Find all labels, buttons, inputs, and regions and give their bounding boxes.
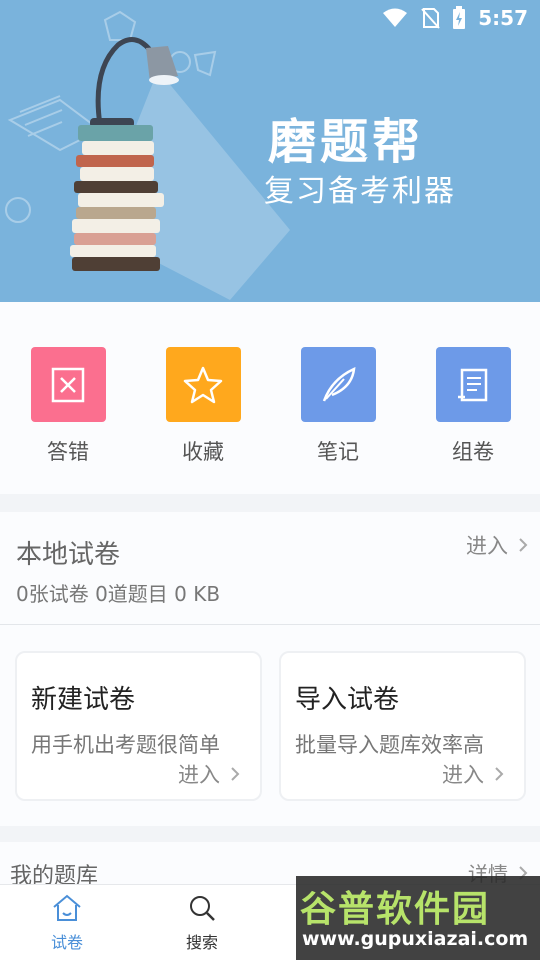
star-icon [165, 347, 241, 422]
card-title: 新建试卷 [31, 685, 136, 715]
quick-action-label: 答错 [47, 440, 89, 464]
quick-action-favorites[interactable]: 收藏 [163, 347, 243, 466]
tab-label: 搜索 [185, 933, 218, 952]
local-papers-enter-link[interactable]: 进入 [466, 530, 528, 560]
tab-search[interactable]: 搜索 [162, 893, 242, 953]
card-title: 导入试卷 [295, 685, 400, 715]
quick-action-label: 组卷 [452, 440, 494, 464]
quick-actions: 答错 收藏 笔记 组卷 [0, 302, 540, 494]
tab-label: 试卷 [50, 933, 83, 952]
watermark-title: 谷普软件园 [300, 889, 491, 930]
watermark: 谷普软件园 www.gupuxiazai.com [296, 876, 540, 960]
tab-papers[interactable]: 试卷 [27, 893, 107, 953]
divider [0, 624, 540, 625]
feather-pen-icon [300, 347, 376, 422]
chevron-right-icon [519, 538, 528, 552]
enter-label: 进入 [466, 534, 508, 558]
app-title: 磨题帮 [268, 114, 425, 170]
watermark-url: www.gupuxiazai.com [302, 928, 529, 950]
import-paper-card[interactable]: 导入试卷 批量导入题库效率高 进入 [279, 651, 526, 801]
quick-action-wrong[interactable]: 答错 [28, 347, 108, 466]
new-paper-card[interactable]: 新建试卷 用手机出考题很简单 进入 [15, 651, 262, 801]
chevron-right-icon [231, 767, 240, 781]
card-description: 批量导入题库效率高 [295, 733, 484, 757]
quick-action-label: 收藏 [182, 440, 224, 464]
banner: 5:57 磨题帮 复习备考利器 [0, 0, 540, 302]
enter-label: 进入 [178, 763, 220, 787]
quick-action-compose[interactable]: 组卷 [433, 347, 513, 466]
no-sim-icon [421, 8, 440, 29]
search-icon [190, 896, 215, 921]
card-enter-link[interactable]: 进入 [178, 759, 240, 789]
battery-charging-icon [453, 6, 466, 29]
wrong-answer-icon [30, 347, 106, 422]
local-papers-section: 本地试卷 进入 0张试卷 0道题目 0 KB 新建试卷 用手机出考题很简单 进入… [0, 512, 540, 826]
local-papers-title: 本地试卷 [16, 540, 121, 570]
quick-action-label: 笔记 [317, 440, 359, 464]
wifi-icon [383, 8, 408, 27]
status-bar: 5:57 [0, 0, 540, 38]
card-description: 用手机出考题很简单 [31, 733, 220, 757]
chevron-right-icon [495, 767, 504, 781]
local-papers-stats: 0张试卷 0道题目 0 KB [16, 582, 221, 606]
app-subtitle: 复习备考利器 [264, 174, 456, 209]
enter-label: 进入 [442, 763, 484, 787]
quick-action-notes[interactable]: 笔记 [298, 347, 378, 466]
card-enter-link[interactable]: 进入 [442, 759, 504, 789]
scroll-icon [435, 347, 511, 422]
home-icon [53, 894, 81, 921]
status-time: 5:57 [478, 6, 528, 30]
